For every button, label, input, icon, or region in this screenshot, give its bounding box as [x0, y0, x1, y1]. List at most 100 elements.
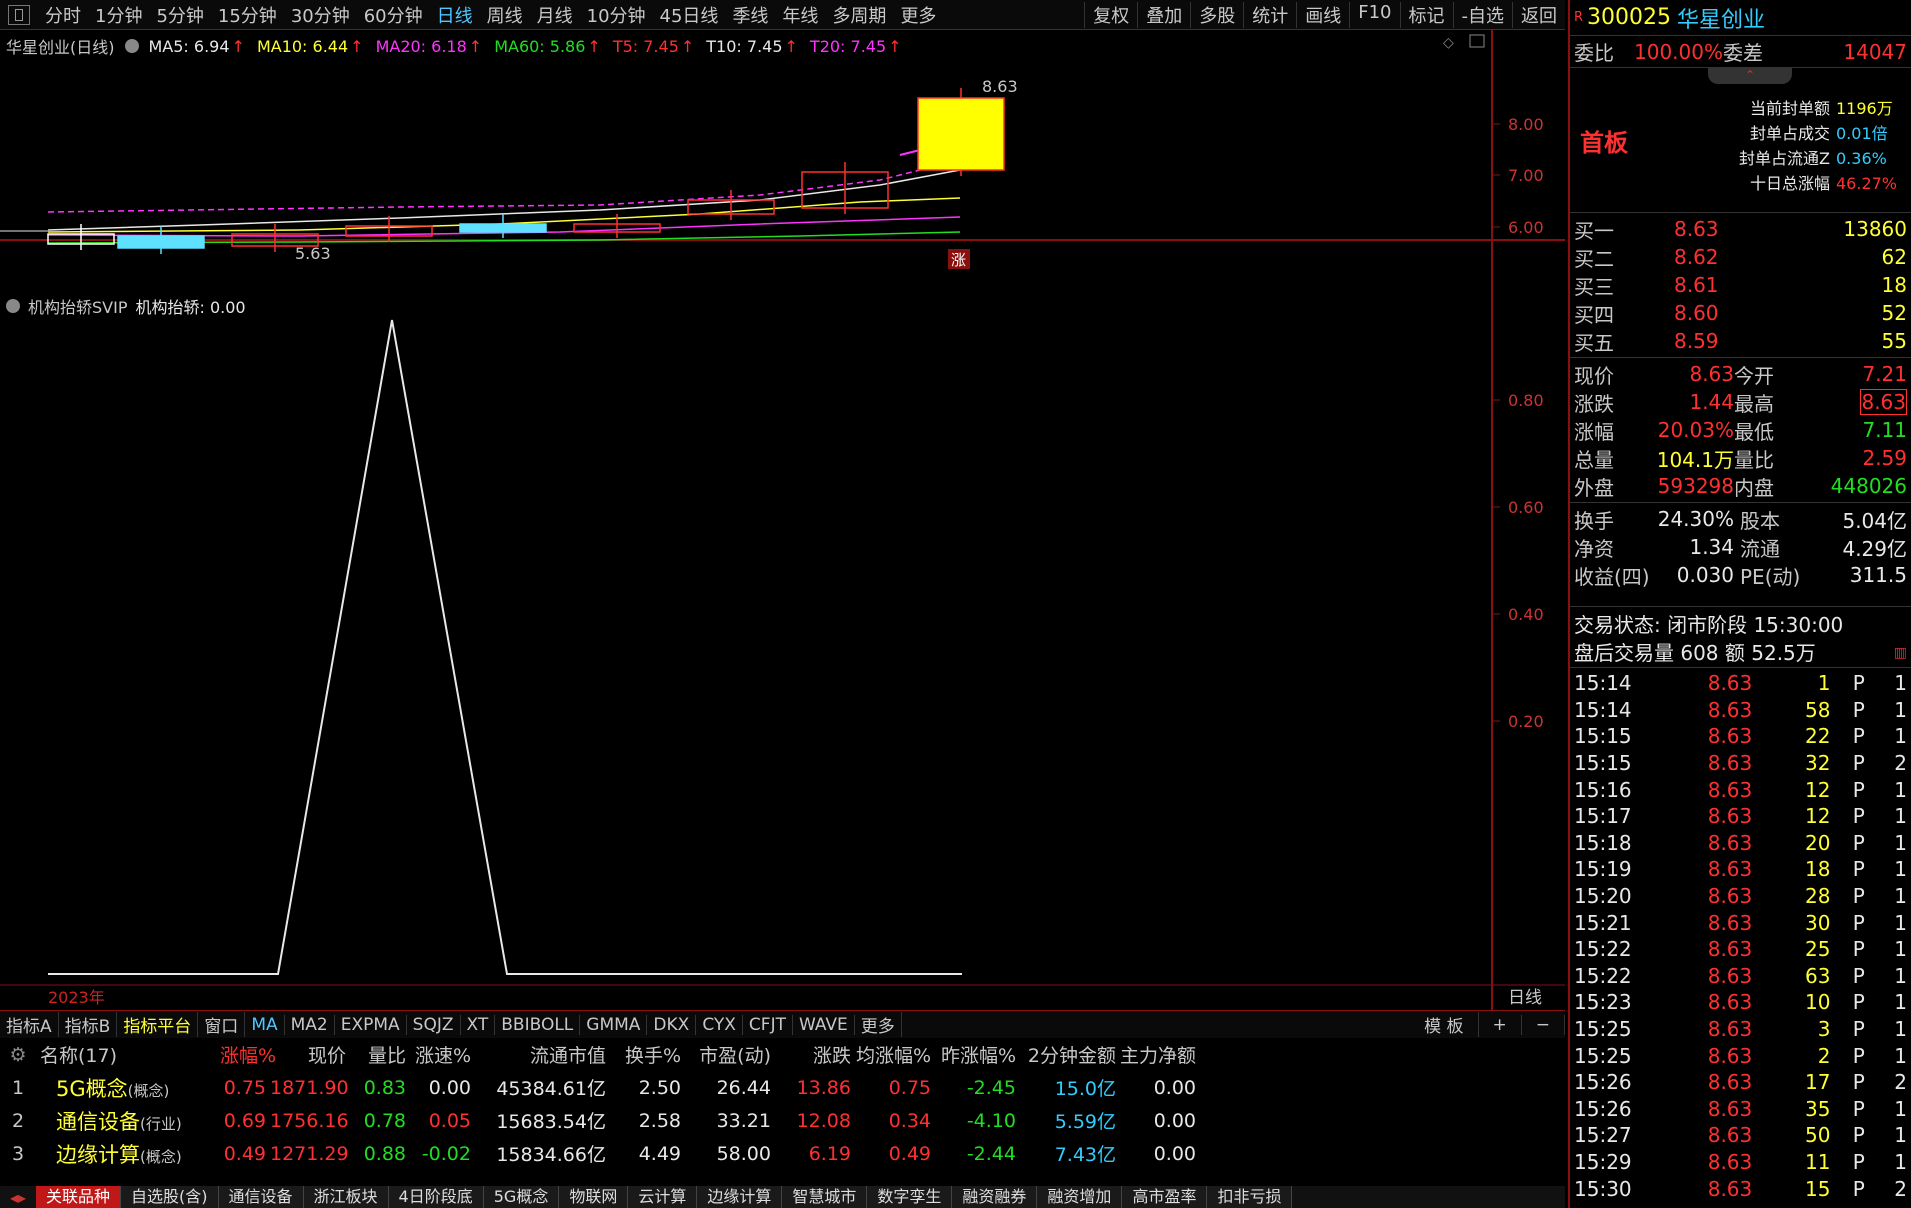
indicator-tab[interactable]: WAVE	[793, 1014, 855, 1035]
gear-icon[interactable]: ⚙	[0, 1044, 40, 1066]
sheet-tab[interactable]: 物联网	[559, 1186, 629, 1208]
indicator-tab[interactable]: CFJT	[743, 1014, 793, 1035]
indicator-tab[interactable]: 窗口	[198, 1012, 246, 1037]
period-tab[interactable]: 更多	[893, 2, 943, 28]
period-tab[interactable]: 10分钟	[580, 2, 653, 28]
bid-row[interactable]: 买五 8.59 55	[1570, 327, 1911, 355]
sheet-tab[interactable]: 5G概念	[483, 1186, 560, 1208]
period-tab[interactable]: 60分钟	[357, 2, 430, 28]
period-tab[interactable]: 月线	[530, 2, 580, 28]
indicator-tab-tool[interactable]: 模 板	[1410, 1012, 1479, 1037]
toolbar-button[interactable]: F10	[1349, 1, 1399, 28]
sheet-tab[interactable]: 关联品种	[36, 1186, 122, 1208]
period-tab[interactable]: 分时	[38, 2, 88, 28]
table-header-cell[interactable]: 涨幅%	[220, 1041, 276, 1068]
toolbar-button[interactable]: 画线	[1296, 1, 1349, 28]
indicator-tab[interactable]: DKX	[647, 1014, 697, 1035]
indicator-tab[interactable]: MA2	[285, 1014, 335, 1035]
indicator-tab[interactable]: XT	[461, 1014, 496, 1035]
sheet-tab[interactable]: 边缘计算	[697, 1186, 783, 1208]
panel-toggle-icon[interactable]	[1469, 34, 1485, 48]
table-header-cell[interactable]: 市盈(动)	[685, 1041, 775, 1068]
table-header-cell[interactable]: 量比	[350, 1041, 410, 1068]
bid-row[interactable]: 买三 8.61 18	[1570, 271, 1911, 299]
toolbar-button[interactable]: 复权	[1084, 1, 1137, 28]
tick-price: 8.63	[1707, 1096, 1753, 1121]
sheet-tab[interactable]: 融资融券	[952, 1186, 1038, 1208]
indicator-tab[interactable]: 指标平台	[117, 1012, 199, 1037]
bid-row[interactable]: 买一 8.63 13860	[1570, 215, 1911, 243]
collapse-icon[interactable]: ⌃	[1708, 68, 1792, 84]
toolbar-button[interactable]: 标记	[1399, 1, 1453, 28]
sheet-tab[interactable]: 通信设备	[218, 1186, 304, 1208]
period-tab[interactable]: 多周期	[825, 2, 893, 28]
sheet-tabs: ◂▸ 关联品种 自选股(含) 通信设备 浙江板块 4日阶段底 5G概念 物联网 云计算 边缘计算智…	[0, 1186, 1565, 1208]
table-header-cell[interactable]: 昨涨幅%	[935, 1041, 1020, 1068]
stat-label: 外盘	[1574, 475, 1614, 500]
table-row[interactable]: 2 通信设备(行业) 0.69 1756.16 0.78 0.05 15683.54亿 2.5…	[0, 1104, 1565, 1137]
period-tab[interactable]: 1分钟	[88, 2, 149, 28]
table-header-cell[interactable]: 涨跌	[775, 1041, 855, 1068]
diamond-icon[interactable]: ◇	[1443, 35, 1454, 51]
indicator-tab[interactable]: EXPMA	[335, 1014, 407, 1035]
bid-row[interactable]: 买四 8.60 52	[1570, 299, 1911, 327]
sheet-tab[interactable]: 高市盈率	[1122, 1186, 1208, 1208]
indicator-tab[interactable]: CYX	[696, 1014, 743, 1035]
table-header-cell[interactable]: 名称(17)	[40, 1041, 220, 1068]
tick-price: 8.63	[1707, 1176, 1753, 1201]
period-tab[interactable]: 30分钟	[284, 2, 357, 28]
ma-legend-item: MA60: 5.86	[494, 36, 586, 56]
indicator-tab[interactable]: 指标A	[0, 1012, 59, 1037]
period-tab[interactable]: 45日线	[653, 2, 726, 28]
sheet-tab[interactable]: 云计算	[628, 1186, 698, 1208]
table-row[interactable]: 3 边缘计算(概念) 0.49 1271.29 0.88 -0.02 15834.66亿 4.…	[0, 1137, 1565, 1170]
table-header-cell[interactable]: 均涨幅%	[855, 1041, 935, 1068]
sheet-tab[interactable]: 融资增加	[1037, 1186, 1123, 1208]
indicator-tab-tool[interactable]: +	[1479, 1014, 1522, 1035]
period-tab[interactable]: 季线	[725, 2, 775, 28]
sheet-nav-icon[interactable]: ◂▸	[0, 1188, 36, 1207]
sheet-tab[interactable]: 智慧城市	[782, 1186, 868, 1208]
period-tab[interactable]: 日线	[430, 2, 480, 28]
table-header-cell[interactable]: 2分钟金额	[1020, 1041, 1120, 1068]
table-header-cell[interactable]: 主力净额	[1120, 1041, 1200, 1068]
wb-label: 委比	[1574, 41, 1614, 65]
indicator-tab[interactable]: SQJZ	[407, 1014, 461, 1035]
toolbar-button[interactable]: 返回	[1512, 1, 1565, 28]
toolbar-button[interactable]: -自选	[1452, 1, 1513, 28]
period-tab[interactable]: 年线	[775, 2, 825, 28]
period-tab[interactable]: 15分钟	[211, 2, 284, 28]
indicator-tab-tool[interactable]: −	[1522, 1014, 1565, 1035]
sheet-tab[interactable]: 扣非亏损	[1207, 1186, 1293, 1208]
bid-row[interactable]: 买二 8.62 62	[1570, 243, 1911, 271]
board-label: 首板	[1580, 129, 1628, 157]
candle-body	[117, 235, 205, 249]
after-hours: 盘后交易量 608 额 52.5万	[1574, 641, 1816, 665]
table-header-cell[interactable]: 换手%	[610, 1041, 685, 1068]
period-tab[interactable]: 5分钟	[149, 2, 210, 28]
chart-canvas[interactable]: 8.007.006.00 0.800.600.400.20 8.63 5.63 …	[0, 30, 1565, 1010]
indicator-tab[interactable]: 更多	[855, 1012, 902, 1037]
settings-icon[interactable]	[124, 39, 139, 53]
table-header-cell[interactable]: 流通市值	[475, 1041, 610, 1068]
indicator-tab[interactable]: GMMA	[580, 1014, 648, 1035]
table-row[interactable]: 1 5G概念(概念) 0.75 1871.90 0.83 0.00 45384.61亿 2.5…	[0, 1071, 1565, 1104]
fundamental-value: 24.30%	[1657, 507, 1734, 531]
indicator-tab[interactable]: 指标B	[59, 1012, 118, 1037]
sheet-tab[interactable]: 自选股(含)	[121, 1186, 219, 1208]
toolbar-button[interactable]: 叠加	[1137, 1, 1190, 28]
tick-time: 15:30	[1574, 1176, 1632, 1201]
table-header-cell[interactable]: 现价	[270, 1041, 350, 1068]
layout-toggle-icon[interactable]	[8, 4, 30, 25]
table-header-cell[interactable]: 涨速%	[410, 1041, 475, 1068]
period-tab[interactable]: 周线	[480, 2, 530, 28]
sheet-tab[interactable]: 浙江板块	[303, 1186, 389, 1208]
sheet-tab[interactable]: 4日阶段底	[388, 1186, 484, 1208]
toolbar-button[interactable]: 统计	[1243, 1, 1296, 28]
indicator-settings-icon[interactable]	[6, 299, 20, 313]
toolbar-button[interactable]: 多股	[1190, 1, 1243, 28]
indicator-tab[interactable]: MA	[245, 1014, 285, 1035]
indicator-tab[interactable]: BBIBOLL	[495, 1014, 581, 1035]
sheet-tab[interactable]: 数字孪生	[867, 1186, 953, 1208]
chart-icon[interactable]: ▥	[1894, 639, 1907, 667]
